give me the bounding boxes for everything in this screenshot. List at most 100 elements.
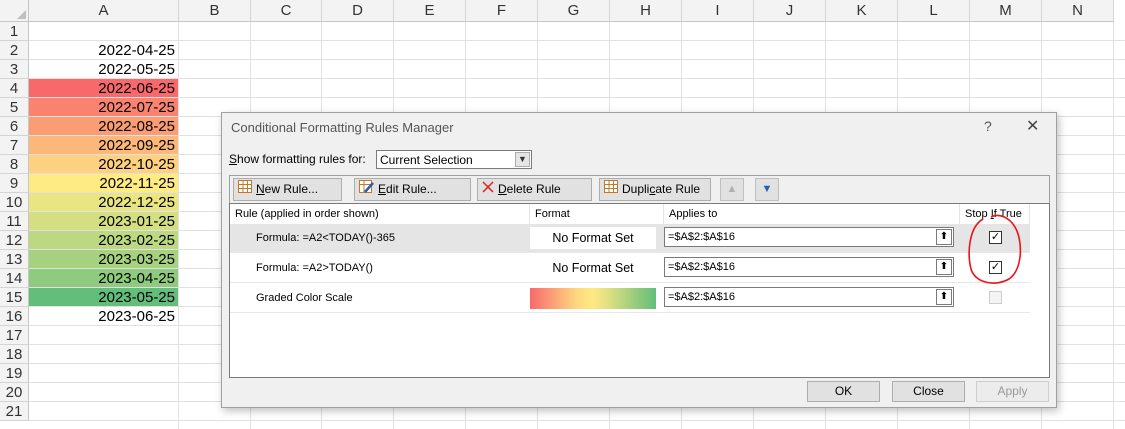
format-preview: No Format Set [530,257,656,279]
row-header-13[interactable]: 13 [0,250,29,269]
applies-to-input[interactable]: =$A$2:$A$16 ⬆ [664,227,954,247]
row-header-19[interactable]: 19 [0,364,29,383]
row-header-12[interactable]: 12 [0,231,29,250]
col-header-format: Format [530,204,664,224]
duplicate-rule-icon [604,179,618,200]
delete-rule-button[interactable]: Delete Rule [477,178,592,201]
column-header-i[interactable]: I [682,0,754,22]
cell-a4[interactable]: 2022-06-25 [29,79,178,97]
rule-name: Formula: =A2<TODAY()-365 [256,232,395,244]
row-header-18[interactable]: 18 [0,345,29,364]
row-header-5[interactable]: 5 [0,98,29,117]
grid-row [29,79,1125,98]
new-rule-button[interactable]: New Rule... [233,178,342,201]
column-header-d[interactable]: D [322,0,394,22]
duplicate-rule-button[interactable]: Duplicate Rule [599,178,711,201]
grid-row [29,60,1125,79]
row-header-15[interactable]: 15 [0,288,29,307]
collapse-dialog-icon[interactable]: ⬆ [936,229,952,245]
row-header-7[interactable]: 7 [0,136,29,155]
close-icon[interactable]: ✕ [1026,116,1039,136]
row-header-14[interactable]: 14 [0,269,29,288]
cell-a2[interactable]: 2022-04-25 [29,41,178,59]
applies-to-input[interactable]: =$A$2:$A$16 ⬆ [664,287,954,307]
column-header-g[interactable]: G [538,0,610,22]
row-header-17[interactable]: 17 [0,326,29,345]
col-header-stop-if-true: Stop If True [960,204,1030,224]
grid-row [29,22,1125,41]
column-header-e[interactable]: E [394,0,466,22]
column-header-h[interactable]: H [610,0,682,22]
cell-a12[interactable]: 2023-02-25 [29,231,178,249]
ok-button[interactable]: OK [807,381,880,402]
edit-rule-icon [359,179,374,200]
column-header-f[interactable]: F [466,0,538,22]
row-header-10[interactable]: 10 [0,193,29,212]
row-header-9[interactable]: 9 [0,174,29,193]
rule-name: Formula: =A2>TODAY() [256,262,373,274]
new-rule-icon [238,179,252,200]
applies-to-value: =$A$2:$A$16 [668,231,735,243]
cell-a3[interactable]: 2022-05-25 [29,60,178,78]
column-header-l[interactable]: L [898,0,970,22]
stop-if-true-checkbox[interactable]: ✓ [989,261,1002,274]
row-header-6[interactable]: 6 [0,117,29,136]
collapse-dialog-icon[interactable]: ⬆ [936,289,952,305]
col-header-rule: Rule (applied in order shown) [230,204,530,224]
rule-name: Graded Color Scale [256,292,353,304]
applies-to-value: =$A$2:$A$16 [668,291,735,303]
cell-a7[interactable]: 2022-09-25 [29,136,178,154]
applies-to-input[interactable]: =$A$2:$A$16 ⬆ [664,257,954,277]
row-header-8[interactable]: 8 [0,155,29,174]
cell-a15[interactable]: 2023-05-25 [29,288,178,306]
conditional-formatting-rules-manager-dialog: Conditional Formatting Rules Manager ? ✕… [221,112,1057,408]
row-header-11[interactable]: 11 [0,212,29,231]
collapse-dialog-icon[interactable]: ⬆ [936,259,952,275]
show-rules-for-dropdown[interactable]: Current Selection ▼ [376,150,532,169]
row-header-20[interactable]: 20 [0,383,29,402]
cell-a10[interactable]: 2022-12-25 [29,193,178,211]
edit-rule-button[interactable]: Edit Rule... [354,178,471,201]
cell-a5[interactable]: 2022-07-25 [29,98,178,116]
cell-a13[interactable]: 2023-03-25 [29,250,178,268]
help-button[interactable]: ? [984,118,992,134]
stop-if-true-checkbox[interactable] [989,291,1002,304]
row-header-21[interactable]: 21 [0,402,29,421]
apply-button[interactable]: Apply [976,381,1049,402]
color-scale-preview [530,288,656,309]
cell-a11[interactable]: 2023-01-25 [29,212,178,230]
rule-row[interactable]: Formula: =A2<TODAY()-365 No Format Set =$A… [230,224,1030,253]
column-header-b[interactable]: B [179,0,251,22]
cell-a6[interactable]: 2022-08-25 [29,117,178,135]
move-down-button[interactable]: ▼ [755,178,779,201]
row-header-2[interactable]: 2 [0,41,29,60]
column-header-n[interactable]: N [1042,0,1114,22]
column-header-j[interactable]: J [754,0,826,22]
row-header-16[interactable]: 16 [0,307,29,326]
cell-a9[interactable]: 2022-11-25 [29,174,178,192]
rule-row[interactable]: Graded Color Scale =$A$2:$A$16 ⬆ [230,284,1030,313]
chevron-down-icon[interactable]: ▼ [515,152,530,167]
column-header-k[interactable]: K [826,0,898,22]
rules-list[interactable]: Rule (applied in order shown) Format App… [229,203,1050,378]
column-header-c[interactable]: C [251,0,322,22]
grid-row [29,41,1125,60]
cell-a14[interactable]: 2023-04-25 [29,269,178,287]
column-header-m[interactable]: M [970,0,1042,22]
arrow-down-icon: ▼ [761,183,773,195]
column-header-a[interactable]: A [29,0,179,22]
dialog-title: Conditional Formatting Rules Manager [231,120,454,135]
stop-if-true-checkbox[interactable]: ✓ [989,231,1002,244]
cell-a8[interactable]: 2022-10-25 [29,155,178,173]
cell-a16[interactable]: 2023-06-25 [29,307,178,325]
row-header-4[interactable]: 4 [0,79,29,98]
col-header-applies-to: Applies to [664,204,960,224]
rules-toolbar: New Rule... Edit Rule... Delete Rule Dup… [229,175,1050,203]
row-header-1[interactable]: 1 [0,22,29,41]
row-header-3[interactable]: 3 [0,60,29,79]
rule-row[interactable]: Formula: =A2>TODAY() No Format Set =$A$2:$… [230,254,1030,283]
select-all-corner[interactable] [0,0,29,22]
show-rules-for-label: Show formatting rules for: [229,152,366,166]
move-up-button[interactable]: ▲ [720,178,744,201]
close-button[interactable]: Close [892,381,965,402]
